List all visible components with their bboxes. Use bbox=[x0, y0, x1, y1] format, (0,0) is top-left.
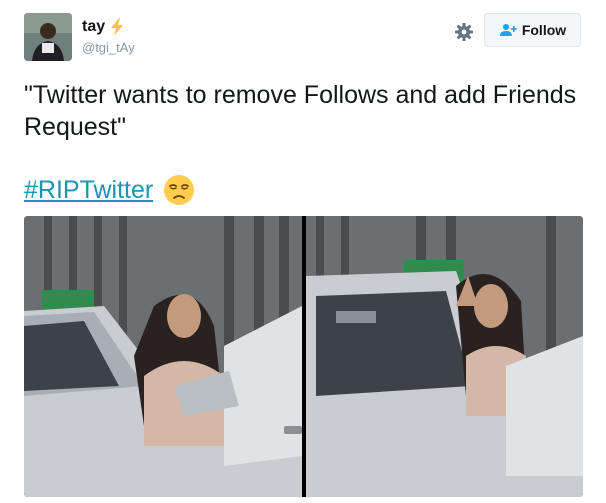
tweet-text: "Twitter wants to remove Follows and add… bbox=[24, 81, 577, 141]
avatar[interactable] bbox=[24, 13, 72, 61]
hashtag-link[interactable]: #RIPTwitter bbox=[24, 174, 153, 206]
tweet-media bbox=[24, 216, 583, 497]
display-name[interactable]: tay bbox=[82, 17, 105, 37]
media-photo-1[interactable] bbox=[24, 216, 302, 497]
user-handle[interactable]: @tgi_tAy bbox=[82, 40, 135, 56]
gear-icon[interactable] bbox=[454, 22, 474, 42]
name-row: tay bbox=[82, 17, 125, 37]
media-photo-2[interactable] bbox=[306, 216, 583, 497]
add-user-icon bbox=[499, 24, 517, 36]
lightning-bolt-icon bbox=[111, 18, 124, 36]
hashtag-row: #RIPTwitter bbox=[24, 173, 195, 207]
disappointed-face-emoji-icon bbox=[164, 175, 195, 205]
follow-label: Follow bbox=[521, 22, 567, 38]
follow-button[interactable]: Follow bbox=[484, 13, 581, 47]
tweet-header: tay @tgi_tAy Follow bbox=[0, 0, 606, 70]
